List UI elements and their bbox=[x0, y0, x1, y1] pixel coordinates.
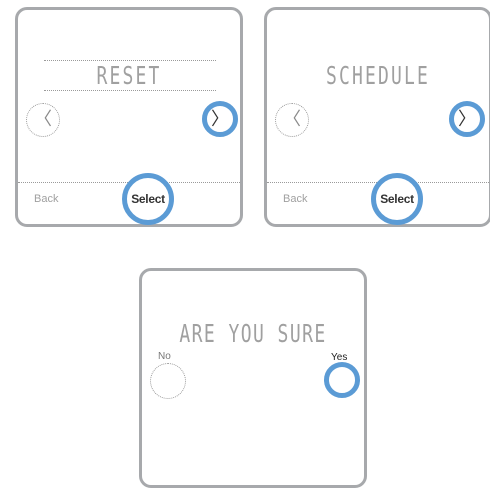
thermostat-screen-confirm: ARE YOU SURE No Yes bbox=[139, 268, 367, 488]
chevron-left-icon: 〈 bbox=[283, 109, 301, 129]
screen-title: RESET bbox=[96, 61, 162, 90]
back-button[interactable]: Back bbox=[283, 193, 307, 205]
yes-button[interactable] bbox=[324, 362, 360, 398]
divider bbox=[44, 90, 216, 91]
prev-arrow-button[interactable]: 〈 bbox=[26, 103, 60, 137]
next-arrow-button[interactable]: 〉 bbox=[449, 101, 485, 137]
chevron-left-icon: 〈 bbox=[34, 109, 52, 129]
select-button[interactable]: Select bbox=[122, 173, 174, 225]
chevron-right-icon: 〉 bbox=[211, 109, 229, 129]
back-button[interactable]: Back bbox=[34, 193, 58, 205]
screen-title: SCHEDULE bbox=[326, 61, 430, 90]
screen-title: ARE YOU SURE bbox=[179, 319, 327, 348]
no-button[interactable] bbox=[150, 363, 186, 399]
chevron-right-icon: 〉 bbox=[458, 109, 476, 129]
select-button[interactable]: Select bbox=[371, 173, 423, 225]
thermostat-screen-schedule: SCHEDULE 〈 〉 Back Select bbox=[264, 7, 490, 227]
prev-arrow-button[interactable]: 〈 bbox=[275, 103, 309, 137]
next-arrow-button[interactable]: 〉 bbox=[202, 101, 238, 137]
thermostat-screen-reset: RESET 〈 〉 Back Select bbox=[15, 7, 243, 227]
no-label: No bbox=[158, 351, 171, 362]
